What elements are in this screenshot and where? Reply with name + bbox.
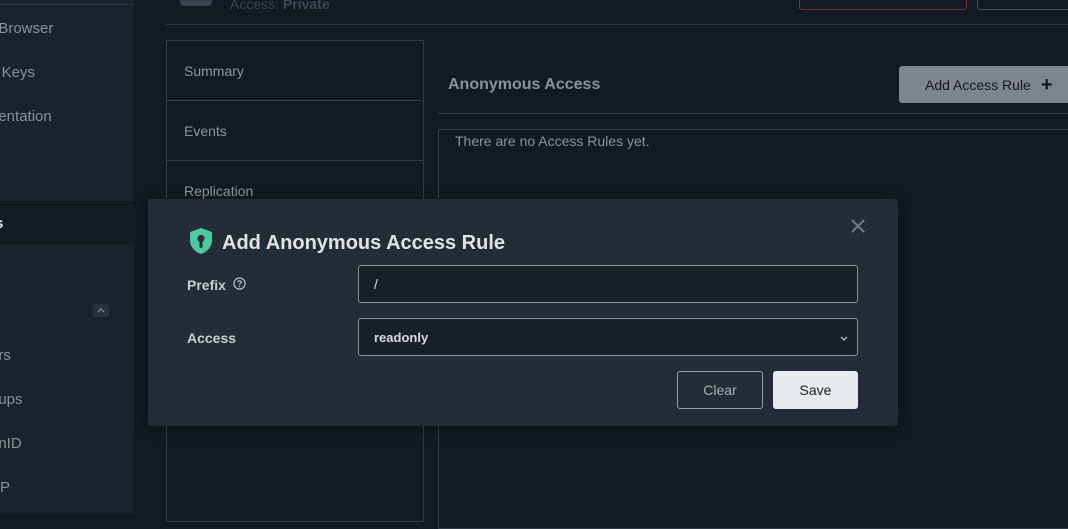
sidebar-item-groups[interactable]: oups xyxy=(0,377,134,421)
add-access-rule-button[interactable]: Add Access Rule + xyxy=(899,66,1068,103)
access-status-value: Private xyxy=(282,0,330,12)
plus-icon: + xyxy=(1040,73,1053,96)
sidebar: t Browser s Keys nentation ts s y ers ou… xyxy=(0,0,134,514)
help-icon[interactable] xyxy=(233,277,246,293)
sidebar-item-users[interactable]: ers xyxy=(0,333,134,377)
bucket-access-status: Access: Private xyxy=(230,0,330,12)
sidebar-item-ldap[interactable]: AP xyxy=(0,465,134,509)
sidebar-item-access-keys[interactable]: s Keys xyxy=(0,50,134,94)
page-title: Anonymous Access xyxy=(448,76,601,93)
sidebar-item-label: s Keys xyxy=(0,63,36,81)
access-status-label: Access: xyxy=(230,0,280,12)
clear-button[interactable]: Clear xyxy=(677,371,763,409)
chevron-down-icon xyxy=(839,331,849,346)
sidebar-item-label: ers xyxy=(0,346,11,364)
sidebar-item-policies[interactable]: s xyxy=(0,245,134,289)
tab-label: Events xyxy=(184,122,227,139)
shield-icon xyxy=(188,227,214,260)
add-access-rule-modal: Add Anonymous Access Rule Prefix Access … xyxy=(148,199,898,426)
sidebar-item-label: AP xyxy=(0,478,11,496)
access-label: Access xyxy=(187,330,236,346)
header-action-button[interactable] xyxy=(977,0,1068,10)
prefix-label-text: Prefix xyxy=(187,277,226,293)
close-icon[interactable] xyxy=(848,217,868,237)
bucket-icon xyxy=(180,0,212,6)
modal-header: Add Anonymous Access Rule xyxy=(188,227,505,260)
sidebar-item-openid[interactable]: enID xyxy=(0,421,134,465)
sidebar-item-label: t Browser xyxy=(0,19,54,37)
sidebar-item-object-browser[interactable]: t Browser xyxy=(0,6,134,50)
tab-label: Replication xyxy=(184,182,254,199)
save-button[interactable]: Save xyxy=(773,371,858,409)
empty-state-text: There are no Access Rules yet. xyxy=(455,133,650,149)
access-select-value: readonly xyxy=(374,329,429,345)
tab-events[interactable]: Events xyxy=(167,101,423,161)
sidebar-item-label: enID xyxy=(0,434,22,452)
tab-summary[interactable]: Summary xyxy=(167,41,423,101)
sidebar-item-label: ts xyxy=(0,215,3,232)
sidebar-item-buckets[interactable]: ts xyxy=(0,201,134,245)
sidebar-item-documentation[interactable]: nentation xyxy=(0,94,134,138)
sidebar-item-label: nentation xyxy=(0,107,52,125)
prefix-input[interactable] xyxy=(358,265,858,303)
sidebar-item-identity[interactable]: y xyxy=(0,289,134,333)
chevron-up-icon[interactable] xyxy=(93,304,109,317)
sidebar-divider xyxy=(0,4,134,5)
content-divider xyxy=(438,113,1068,114)
header-divider xyxy=(166,24,1068,25)
access-label-text: Access xyxy=(187,330,237,346)
delete-bucket-button[interactable] xyxy=(799,0,967,10)
tab-label: Summary xyxy=(184,62,244,79)
prefix-label: Prefix xyxy=(187,277,246,293)
sidebar-item-label: oups xyxy=(0,390,23,408)
add-access-rule-label: Add Access Rule xyxy=(925,76,1031,93)
access-select[interactable]: readonly xyxy=(358,318,858,356)
modal-title: Add Anonymous Access Rule xyxy=(222,232,506,254)
